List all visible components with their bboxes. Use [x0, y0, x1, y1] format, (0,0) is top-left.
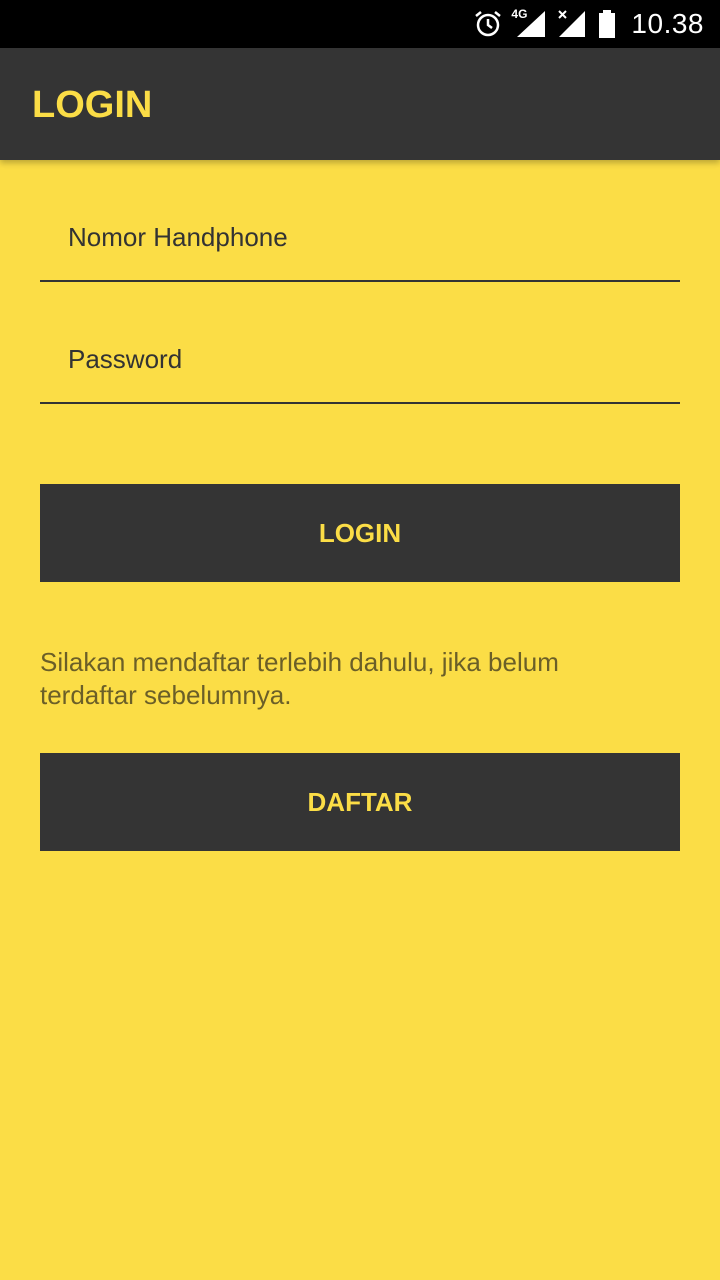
- signal-no-service-icon: [557, 9, 587, 39]
- alarm-icon: [473, 9, 503, 39]
- phone-field-container: [40, 194, 680, 284]
- page-title: LOGIN: [32, 84, 153, 126]
- app-bar: LOGIN: [0, 48, 720, 160]
- login-button[interactable]: LOGIN: [40, 484, 680, 582]
- status-time: 10.38: [631, 8, 704, 39]
- status-bar: 4G 10.38: [0, 0, 720, 48]
- network-type-label: 4G: [511, 7, 528, 21]
- phone-number-input[interactable]: [40, 194, 680, 282]
- password-field-container: [40, 316, 680, 406]
- register-button[interactable]: DAFTAR: [40, 753, 680, 851]
- status-icons: 4G 10.38: [463, 0, 704, 48]
- signal-4g-icon: 4G: [511, 7, 547, 39]
- password-input[interactable]: [40, 316, 680, 404]
- register-hint-text: Silakan mendaftar terlebih dahulu, jika …: [40, 647, 559, 710]
- battery-icon: [597, 9, 617, 39]
